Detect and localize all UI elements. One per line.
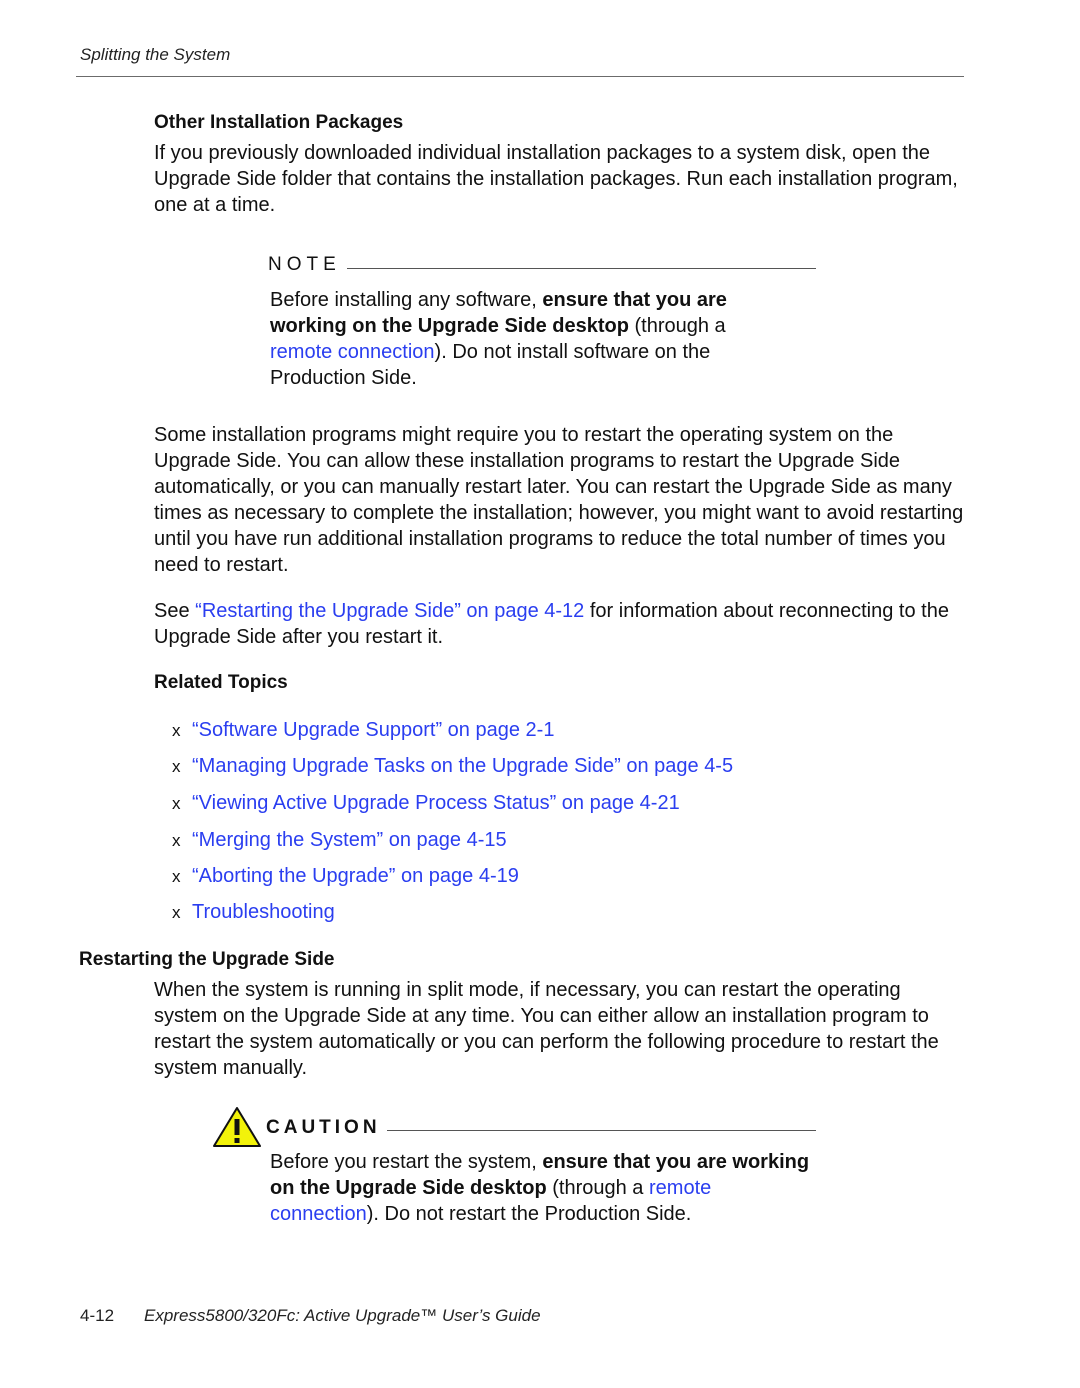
bullet-icon: x [172,757,181,776]
caution-text-before: Before you restart the system, [270,1151,543,1173]
restarting-upgrade-side-link[interactable]: “Restarting the Upgrade Side” on page 4-… [195,600,584,622]
note-body: Before installing any software, ensure t… [270,287,770,391]
note-rule [346,267,816,269]
caution-body: Before you restart the system, ensure th… [270,1149,810,1227]
bullet-icon: x [172,794,181,813]
related-topic-item[interactable]: x “Merging the System” on page 4-15 [172,827,507,854]
see-paragraph: See “Restarting the Upgrade Side” on pag… [154,598,966,650]
note-text-mid: (through a [628,315,726,337]
note-text-before: Before installing any software, [270,289,543,311]
heading-related-topics: Related Topics [154,672,288,693]
other-packages-body: If you previously downloaded individual … [154,142,958,216]
bullet-icon: x [172,721,181,740]
related-topic-item[interactable]: x Troubleshooting [172,899,335,926]
heading-other-installation-packages: Other Installation Packages [154,112,404,133]
note-remote-connection-link[interactable]: remote connection [270,341,435,363]
see-prefix: See [154,600,196,622]
caution-text-mid: (through a [546,1177,649,1199]
related-topic-link[interactable]: “Aborting the Upgrade” on page 4-19 [192,865,519,887]
restarting-body: When the system is running in split mode… [154,979,939,1079]
related-topic-link[interactable]: Troubleshooting [192,901,335,923]
document-title: Express5800/320Fc: Active Upgrade™ User’… [144,1306,541,1325]
bullet-icon: x [172,831,181,850]
warning-triangle-icon [212,1106,262,1153]
related-topic-item[interactable]: x “Aborting the Upgrade” on page 4-19 [172,863,519,890]
related-topic-link[interactable]: “Software Upgrade Support” on page 2-1 [192,719,554,741]
page-footer: 4-12 Express5800/320Fc: Active Upgrade™ U… [80,1306,541,1326]
related-topic-link[interactable]: “Managing Upgrade Tasks on the Upgrade S… [192,755,733,777]
note-label: NOTE [268,254,341,275]
related-topic-item[interactable]: x “Managing Upgrade Tasks on the Upgrade … [172,753,733,780]
heading-restarting-upgrade-side: Restarting the Upgrade Side [79,949,335,970]
related-topic-link[interactable]: “Merging the System” on page 4-15 [192,829,507,851]
caution-rule [386,1129,816,1131]
running-head: Splitting the System [80,45,231,64]
caution-text-after: ). Do not restart the Production Side. [366,1203,692,1225]
bullet-icon: x [172,867,181,886]
related-topic-item[interactable]: x “Viewing Active Upgrade Process Status”… [172,790,680,817]
caution-label: CAUTION [266,1117,381,1138]
bullet-icon: x [172,903,181,922]
header-rule [76,76,964,77]
restart-info-paragraph: Some installation programs might require… [154,424,964,576]
caution-header: CAUTION [266,1117,816,1139]
related-topic-link[interactable]: “Viewing Active Upgrade Process Status” … [192,792,680,814]
page-number: 4-12 [80,1306,115,1325]
related-topic-item[interactable]: x “Software Upgrade Support” on page 2-1 [172,717,554,744]
note-header: NOTE [268,254,816,276]
